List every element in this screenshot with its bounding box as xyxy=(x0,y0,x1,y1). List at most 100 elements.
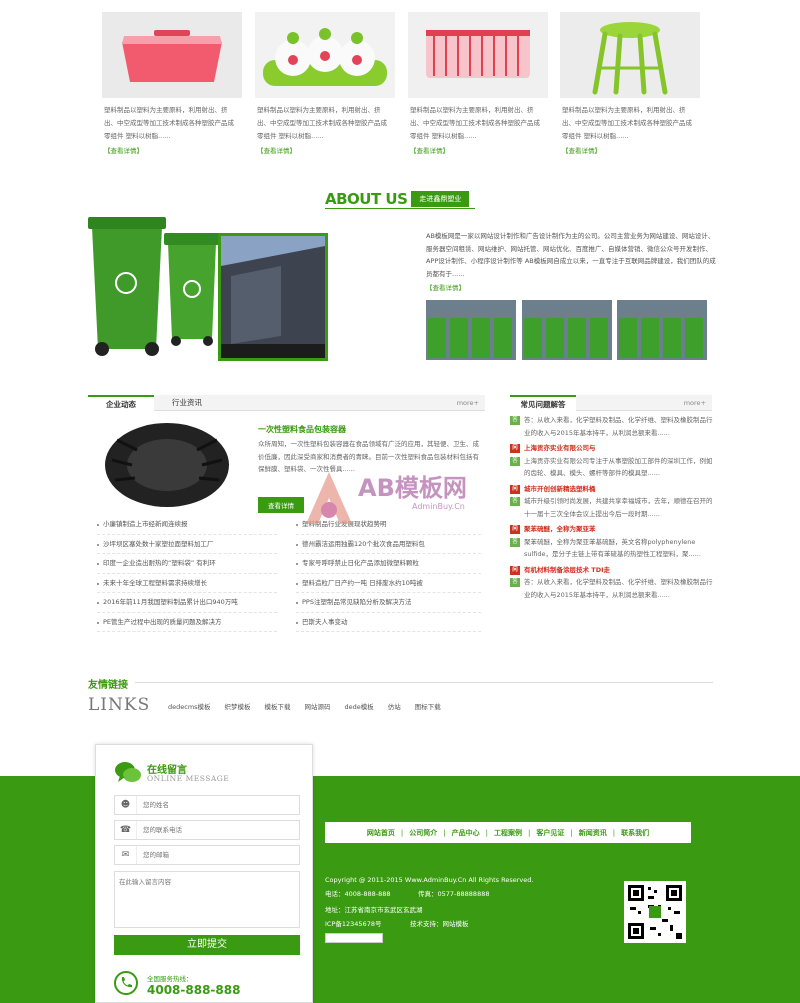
product-desc: 塑料制品以塑料为主要原料，利用射出、挤出、中空成型等加工技术制成各种塑胶产品成零… xyxy=(104,106,234,140)
watermark-text: AB模板网 xyxy=(358,474,467,502)
footer-nav-about[interactable]: 公司简介 xyxy=(409,828,437,838)
faq-title: 常见问题解答 xyxy=(510,395,576,411)
product-desc: 塑料制品以塑料为主要原料，利用射出、挤出、中空成型等加工技术制成各种塑胶产品成零… xyxy=(410,106,540,140)
product-desc: 塑料制品以塑料为主要原料，利用射出、挤出、中空成型等加工技术制成各种塑胶产品成零… xyxy=(562,106,692,140)
footer-nav-home[interactable]: 网站首页 xyxy=(367,828,395,838)
footer-nav-cases[interactable]: 工程案例 xyxy=(494,828,522,838)
product-card[interactable]: 塑料制品以塑料为主要原料，利用射出、挤出、中空成型等加工技术制成各种塑胶产品成零… xyxy=(102,12,242,155)
submit-button[interactable]: 立即提交 xyxy=(114,935,300,955)
news-tabbar: 企业动态 行业资讯 more+ xyxy=(88,395,485,411)
nav-separator: | xyxy=(612,828,616,837)
friend-link[interactable]: 网站源码 xyxy=(305,701,331,711)
product-image[interactable] xyxy=(102,12,242,98)
footer-fax: 传真：0577-88888888 xyxy=(418,890,490,898)
security-badge-icon[interactable] xyxy=(325,933,383,943)
nav-separator: | xyxy=(443,828,446,837)
product-more-link[interactable]: 【查看详情】 xyxy=(255,145,395,155)
question-icon: 问 xyxy=(510,525,520,534)
email-input[interactable] xyxy=(143,849,293,861)
list-item[interactable]: PE管生产过程中出现的质量问题及解决方 xyxy=(97,613,277,632)
news-feature-image[interactable] xyxy=(97,420,252,510)
product-image[interactable] xyxy=(408,12,548,98)
list-item[interactable]: 沙坪坝区塞处数十家塑拉面塑料加工厂 xyxy=(97,535,277,554)
friend-link[interactable]: 织梦模板 xyxy=(225,701,251,711)
product-more-link[interactable]: 【查看详情】 xyxy=(408,145,548,155)
nav-separator: | xyxy=(528,828,531,837)
about-video[interactable] xyxy=(218,233,328,361)
list-item[interactable]: 2016年前11月我国塑料制品累计出口940万吨 xyxy=(97,593,277,613)
news-feature-title[interactable]: 一次性塑料食品包装容器 xyxy=(258,424,346,435)
list-item[interactable]: 小廉镇制造上市经新闻连续报 xyxy=(97,515,277,535)
list-item[interactable]: 未来十年全球工程塑料需求持续增长 xyxy=(97,574,277,593)
message-content-input[interactable] xyxy=(114,871,300,928)
news-list-right: 塑料制品行业发展现状趋势明 德州霸洁运用独霸120个批次食品用塑料包 专家号呼呼… xyxy=(296,515,481,632)
footer-nav-news[interactable]: 新闻资讯 xyxy=(579,828,607,838)
list-item[interactable]: 塑料造粒厂日产约一吨 日排废水约10吨被 xyxy=(296,574,481,593)
hotline-icon xyxy=(114,971,138,995)
name-input[interactable] xyxy=(143,799,293,811)
friend-link[interactable]: 仿站 xyxy=(388,701,401,711)
tab-industry-news[interactable]: 行业资讯 xyxy=(154,395,220,411)
product-image[interactable] xyxy=(560,12,700,98)
product-card[interactable]: 塑料制品以塑料为主要原料，利用射出、挤出、中空成型等加工技术制成各种塑胶产品成零… xyxy=(255,12,395,155)
faq-question[interactable]: 问有机材料制备涂层技术 TDI走 xyxy=(510,564,715,577)
mail-icon: ✉ xyxy=(115,846,137,864)
about-thumb[interactable] xyxy=(522,300,612,360)
name-field[interactable]: ☻ xyxy=(114,795,300,815)
phone-field[interactable]: ☎ xyxy=(114,820,300,840)
news-detail-button[interactable]: 查看详情 xyxy=(258,497,304,513)
friend-link[interactable]: 模板下载 xyxy=(265,701,291,711)
product-card[interactable]: 塑料制品以塑料为主要原料，利用射出、挤出、中空成型等加工技术制成各种塑胶产品成零… xyxy=(560,12,700,155)
product-desc: 塑料制品以塑料为主要原料，利用射出、挤出、中空成型等加工技术制成各种塑胶产品成零… xyxy=(257,106,387,140)
product-more-link[interactable]: 【查看详情】 xyxy=(560,145,700,155)
answer-icon: 答 xyxy=(510,416,520,425)
nav-separator: | xyxy=(570,828,573,837)
footer-nav-contact[interactable]: 联系我们 xyxy=(621,828,649,838)
qr-code xyxy=(624,881,686,943)
faq-list: 答答：从收入来看，化学塑料及制品、化学纤维、塑料及橡胶制品行业的收入与2015年… xyxy=(510,414,715,601)
product-more-link[interactable]: 【查看详情】 xyxy=(102,145,242,155)
news-list-left: 小廉镇制造上市经新闻连续报 沙坪坝区塞处数十家塑拉面塑料加工厂 印度一企业造出耐… xyxy=(97,515,277,632)
bins-image xyxy=(88,213,220,358)
about-title-en: ABOUT US xyxy=(325,190,408,208)
answer-icon: 答 xyxy=(510,497,520,506)
footer-copyright: Copyright @ 2011-2015 Www.AdminBuy.Cn Al… xyxy=(325,876,534,884)
faq-more-link[interactable]: more+ xyxy=(684,395,706,411)
email-field[interactable]: ✉ xyxy=(114,845,300,865)
footer-nav-products[interactable]: 产品中心 xyxy=(452,828,480,838)
tab-company-news[interactable]: 企业动态 xyxy=(88,395,154,411)
faq-question[interactable]: 问聚苯硫醚，全称为聚亚苯 xyxy=(510,523,715,536)
list-item[interactable]: PPS注塑制品常见缺陷分析及解决方法 xyxy=(296,593,481,613)
list-item[interactable]: 巴斯夫人事变动 xyxy=(296,613,481,632)
list-item[interactable]: 德州霸洁运用独霸120个批次食品用塑料包 xyxy=(296,535,481,554)
faq-answer: 答城市升级引领时尚发展，共建共享幸福城市，去年，顺德在召开的十一届十三次全体会议… xyxy=(510,495,715,520)
faq-question[interactable]: 问上海贡亦实业有限公司与 xyxy=(510,442,715,455)
news-more-link[interactable]: more+ xyxy=(457,395,479,411)
question-icon: 问 xyxy=(510,565,520,575)
footer-nav-testimonials[interactable]: 客户见证 xyxy=(536,828,564,838)
friend-link[interactable]: dedecms模板 xyxy=(168,701,211,711)
list-item[interactable]: 印度一企业造出耐热的“塑料袋” 有利环 xyxy=(97,554,277,574)
about-more-link[interactable]: 【查看详情】 xyxy=(426,282,465,292)
footer-address: 地址：江苏省南京市玄武区玄武湖 xyxy=(325,906,423,914)
faq-answer: 答聚苯硫醚，全称为聚亚苯基硫醚，英文名称polyphenylene sulfid… xyxy=(510,536,715,561)
list-item[interactable]: 专家号呼呼禁止日化产品添加微塑料颗粒 xyxy=(296,554,481,574)
friend-link[interactable]: 图标下载 xyxy=(415,701,441,711)
about-thumb[interactable] xyxy=(426,300,516,360)
friend-link[interactable]: dede模板 xyxy=(345,701,374,711)
divider xyxy=(135,682,713,683)
answer-icon: 答 xyxy=(510,456,520,466)
footer-support: 技术支持：网站模板 xyxy=(410,920,469,928)
faq-question[interactable]: 问城市开创创新精选塑料桶 xyxy=(510,483,715,496)
about-text: AB模板网是一家以网站设计制作和广告设计制作为主的公司。公司主营业务为网站建设、… xyxy=(426,232,716,278)
links-title: 友情链接 xyxy=(88,680,128,691)
product-image[interactable] xyxy=(255,12,395,98)
footer-nav: 网站首页 | 公司简介 | 产品中心 | 工程案例 | 客户见证 | 新闻资讯 | 联系我们 xyxy=(325,822,691,843)
phone-input[interactable] xyxy=(143,824,293,836)
product-card[interactable]: 塑料制品以塑料为主要原料，利用射出、挤出、中空成型等加工技术制成各种塑胶产品成零… xyxy=(408,12,548,155)
hotline-number: 4008-888-888 xyxy=(147,983,241,997)
about-thumb[interactable] xyxy=(617,300,707,360)
hotline-label: 全国服务热线： xyxy=(147,975,193,983)
faq-header: 常见问题解答 more+ xyxy=(510,395,712,411)
watermark-url: AdminBuy.Cn xyxy=(412,502,465,511)
